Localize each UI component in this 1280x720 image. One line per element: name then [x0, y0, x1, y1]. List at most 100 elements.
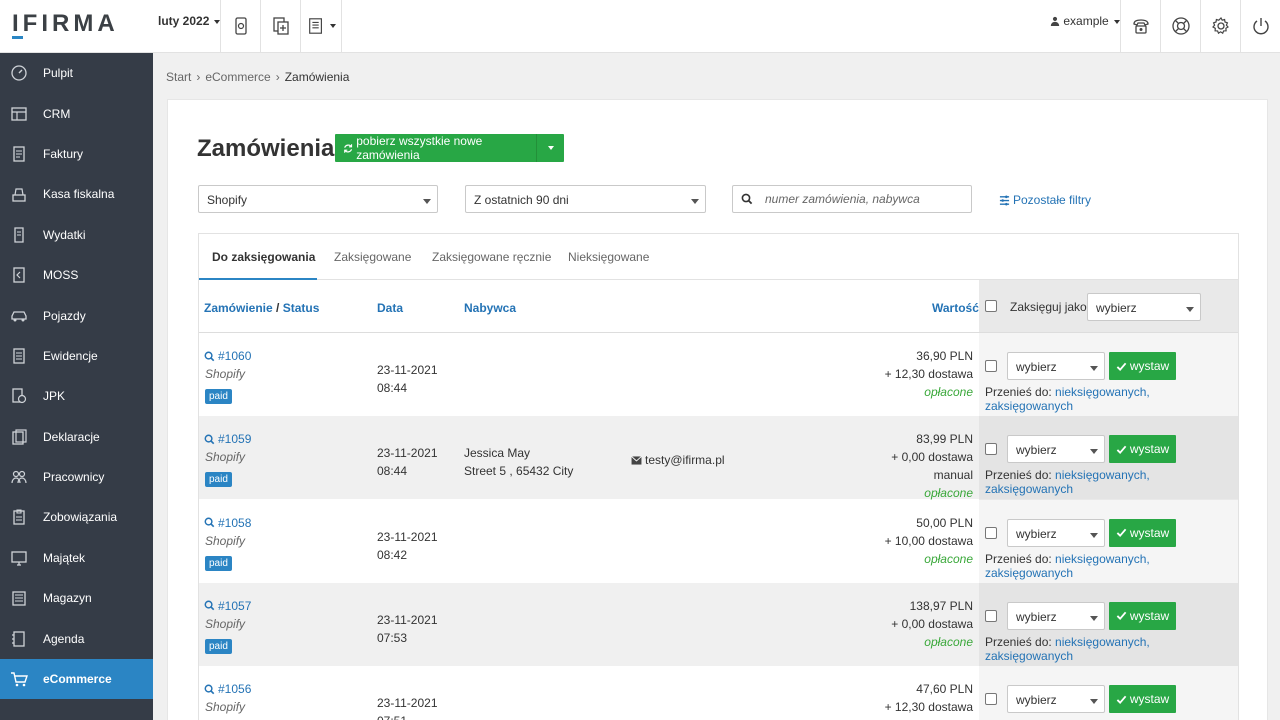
search-input[interactable] [765, 192, 965, 206]
status-badge: paid [205, 555, 232, 571]
row-book-select-value: wybierz [1016, 526, 1057, 541]
book-as-select[interactable]: wybierz [1087, 293, 1201, 321]
move-to-booked-link[interactable]: zaksięgowanych [985, 566, 1073, 580]
tab-not-booked[interactable]: Nieksięgowane [568, 250, 649, 264]
move-to-not-booked-link[interactable]: nieksięgowanych, [1055, 468, 1150, 482]
shop-select[interactable]: Shopify [198, 185, 438, 213]
order-shop: Shopify [205, 450, 246, 465]
row-checkbox[interactable] [985, 360, 997, 372]
sidebar-item-label: Faktury [43, 146, 84, 161]
move-to-not-booked-link[interactable]: nieksięgowanych, [1055, 635, 1150, 649]
row-book-select[interactable]: wybierz [1007, 601, 1105, 630]
settings-button[interactable] [1200, 0, 1240, 52]
fetch-orders-dropdown[interactable] [536, 134, 564, 162]
row-book-select[interactable]: wybierz [1007, 518, 1105, 547]
sidebar-item-deklaracje[interactable]: Deklaracje [0, 417, 153, 457]
move-to-booked-link[interactable]: zaksięgowanych [985, 649, 1073, 663]
issue-button[interactable]: wystaw [1109, 435, 1176, 464]
new-document-button[interactable] [220, 0, 260, 52]
sidebar-item-jpk[interactable]: JPK [0, 376, 153, 416]
add-document-button[interactable] [260, 0, 300, 52]
fetch-orders-button[interactable]: pobierz wszystkie nowe zamówienia [335, 134, 564, 162]
search-icon [204, 684, 215, 694]
move-to-booked-link[interactable]: zaksięgowanych [985, 399, 1073, 413]
sidebar-item-pracownicy[interactable]: Pracownicy [0, 457, 153, 497]
search-box[interactable] [732, 185, 972, 213]
chevron-down-icon [423, 199, 431, 204]
sidebar-item-magazyn[interactable]: Magazyn [0, 578, 153, 618]
phone-button[interactable] [1120, 0, 1160, 52]
issue-button[interactable]: wystaw [1109, 685, 1176, 714]
row-checkbox[interactable] [985, 526, 997, 539]
declarations-icon [12, 429, 27, 445]
sidebar-item-majątek[interactable]: Majątek [0, 538, 153, 578]
sidebar-item-pulpit[interactable]: Pulpit [0, 53, 153, 93]
row-checkbox[interactable] [985, 609, 997, 622]
cash-register-icon [12, 188, 26, 203]
period-select[interactable]: Z ostatnich 90 dni [465, 185, 706, 213]
order-amount: 138,97 PLN [909, 598, 973, 613]
breadcrumb-start[interactable]: Start [166, 70, 191, 84]
invoice-list-icon [308, 18, 322, 34]
sidebar-item-crm[interactable]: CRM [0, 93, 153, 133]
sort-status[interactable]: Status [283, 301, 320, 315]
sort-order[interactable]: Zamówienie [204, 301, 273, 315]
issue-button[interactable]: wystaw [1109, 518, 1176, 547]
chevron-down-icon [1090, 615, 1098, 621]
sidebar-item-label: Magazyn [43, 591, 92, 606]
month-selector[interactable]: luty 2022 [158, 14, 221, 28]
sort-date[interactable]: Data [377, 301, 403, 315]
sidebar-item-ecommerce[interactable]: eCommerce [0, 658, 153, 700]
records-icon [13, 348, 25, 364]
sidebar-item-kasa-fiskalna[interactable]: Kasa fiskalna [0, 174, 153, 214]
sidebar-item-pojazdy[interactable]: Pojazdy [0, 295, 153, 335]
sidebar-item-moss[interactable]: MOSS [0, 255, 153, 295]
help-button[interactable] [1160, 0, 1200, 52]
sidebar-item-faktury[interactable]: Faktury [0, 134, 153, 174]
ifirma-logo[interactable]: IFIRMA [12, 10, 115, 40]
sidebar-item-label: eCommerce [43, 672, 112, 687]
fetch-orders-main[interactable]: pobierz wszystkie nowe zamówienia [335, 134, 536, 162]
order-link[interactable]: #1059 [204, 432, 251, 446]
row-checkbox[interactable] [985, 693, 997, 706]
select-all-checkbox[interactable] [985, 300, 997, 312]
tab-to-book[interactable]: Do zaksięgowania [212, 250, 315, 264]
issue-button[interactable]: wystaw [1109, 352, 1176, 380]
documents-menu-button[interactable] [300, 0, 342, 52]
issue-button[interactable]: wystaw [1109, 601, 1176, 630]
top-bar: IFIRMA luty 2022 example [0, 0, 1280, 53]
breadcrumb-ecommerce[interactable]: eCommerce [205, 70, 270, 84]
orders-card: Zamówienia pobierz wszystkie nowe zamówi… [167, 99, 1268, 720]
logout-button[interactable] [1240, 0, 1280, 52]
row-book-select[interactable]: wybierz [1007, 685, 1105, 714]
order-link[interactable]: #1060 [204, 349, 251, 363]
sidebar-item-wydatki[interactable]: Wydatki [0, 215, 153, 255]
order-amount: 83,99 PLN [916, 432, 973, 447]
sort-buyer[interactable]: Nabywca [464, 301, 516, 315]
user-menu[interactable]: example [1050, 14, 1120, 28]
order-link[interactable]: #1056 [204, 682, 251, 696]
order-value: 36,90 PLN + 12,30 dostawa opłacone [885, 347, 973, 401]
order-value: 50,00 PLN + 10,00 dostawa opłacone [885, 514, 973, 568]
order-link[interactable]: #1057 [204, 599, 251, 613]
order-amount: 50,00 PLN [916, 515, 973, 530]
sidebar-item-ewidencje[interactable]: Ewidencje [0, 336, 153, 376]
row-book-select[interactable]: wybierz [1007, 435, 1105, 464]
order-number: #1056 [218, 682, 252, 697]
search-icon [204, 351, 215, 361]
row-checkbox[interactable] [985, 443, 997, 456]
order-number: #1058 [218, 515, 252, 530]
sort-value[interactable]: Wartość [932, 301, 979, 315]
tab-booked-manually[interactable]: Zaksięgowane ręcznie [432, 250, 551, 264]
order-shop: Shopify [205, 533, 246, 548]
sidebar-item-zobowiązania[interactable]: Zobowiązania [0, 497, 153, 537]
tab-booked[interactable]: Zaksięgowane [334, 250, 411, 264]
order-link[interactable]: #1058 [204, 516, 251, 530]
move-to-not-booked-link[interactable]: nieksięgowanych, [1055, 552, 1150, 566]
sidebar-item-agenda[interactable]: Agenda [0, 618, 153, 658]
row-book-select-value: wybierz [1016, 443, 1057, 458]
move-to-booked-link[interactable]: zaksięgowanych [985, 482, 1073, 496]
more-filters-link[interactable]: Pozostałe filtry [999, 193, 1091, 207]
move-to-not-booked-link[interactable]: nieksięgowanych, [1055, 385, 1150, 399]
row-book-select[interactable]: wybierz [1007, 352, 1105, 380]
